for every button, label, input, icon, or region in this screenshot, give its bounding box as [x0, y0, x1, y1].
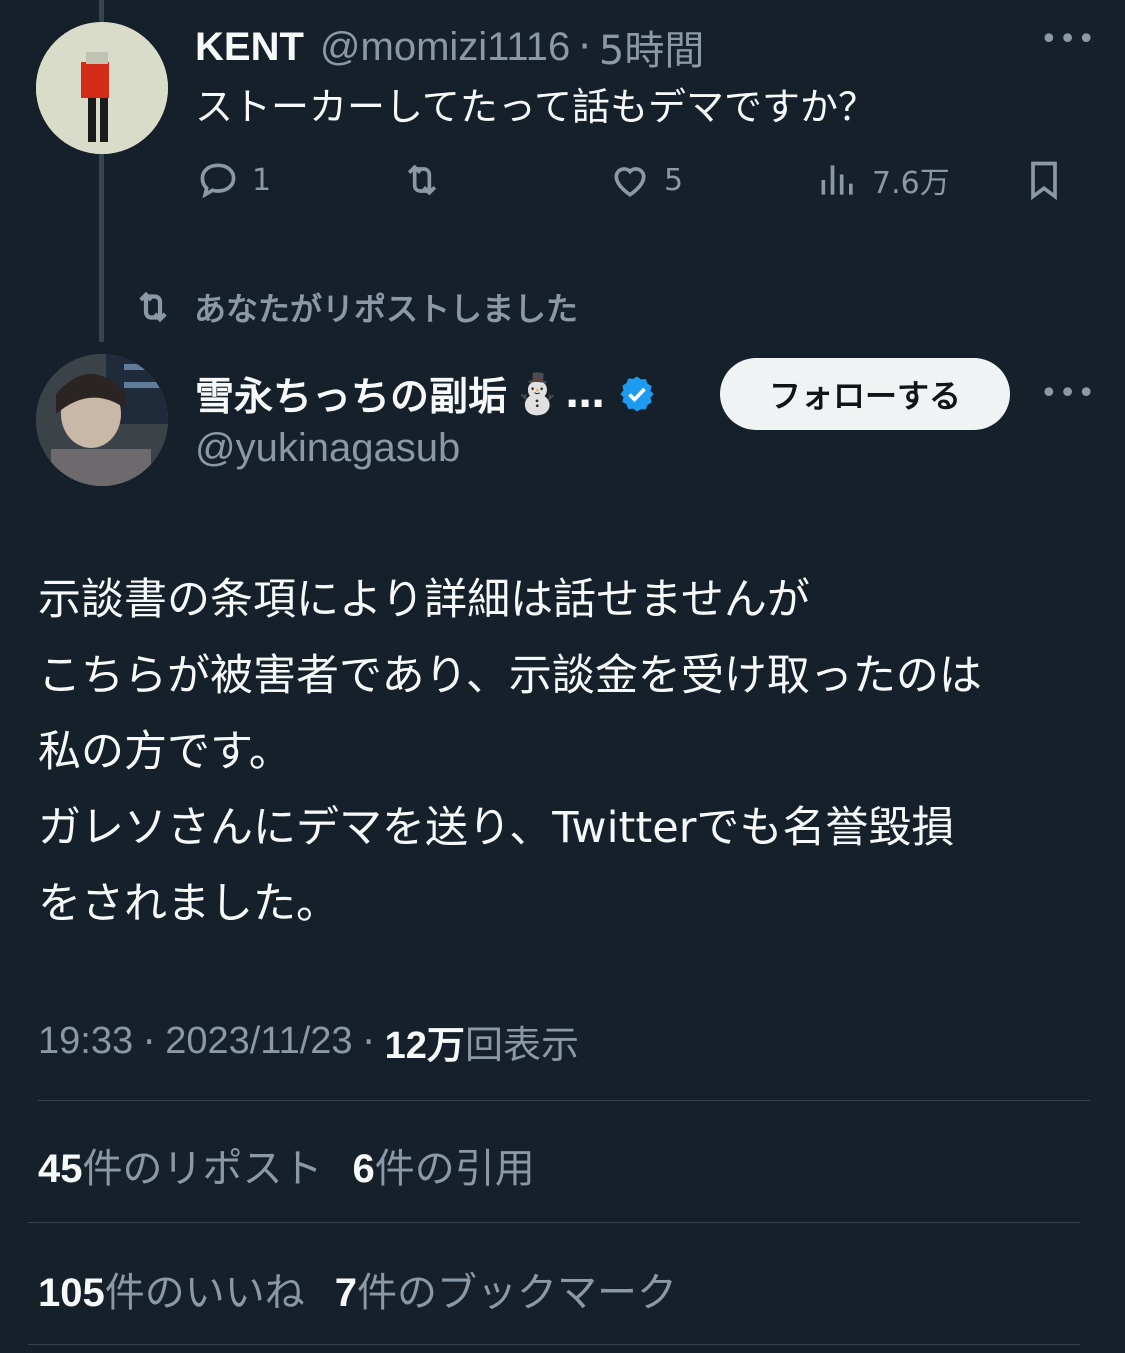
bookmark-icon: [1031, 161, 1057, 201]
quotes-label: 件の引用: [374, 1146, 535, 1192]
avatar-photo-image: [36, 354, 168, 486]
divider: [38, 1100, 1090, 1101]
tweet-time[interactable]: 19:33: [38, 1020, 133, 1063]
retweet-icon: [407, 164, 437, 196]
handle[interactable]: @momizi1116: [320, 25, 570, 70]
tweet-text: ストーカーしてたって話もデマですか？: [195, 85, 876, 129]
separator: ·: [143, 1019, 156, 1064]
views-icon: [821, 165, 853, 195]
retweet-button[interactable]: [400, 158, 456, 202]
tweet-text: 示談書の条項により詳細は話せませんが こちらが被害者であり、示談金を受け取ったの…: [38, 575, 982, 929]
reposts-stat[interactable]: 45件のリポスト: [38, 1136, 323, 1194]
view-count: 7.6万: [872, 166, 950, 201]
reply-icon: [200, 163, 236, 199]
likes-label: 件のいいね: [104, 1270, 305, 1316]
tweet-meta: 19:33 · 2023/11/23 · 12万 回表示: [38, 1014, 579, 1069]
views-count: 12万: [384, 1025, 465, 1067]
more-icon[interactable]: •••: [1040, 376, 1096, 411]
like-icon: [614, 167, 646, 197]
display-name[interactable]: 雪永ちっちの副垢: [195, 366, 507, 422]
views-label: 回表示: [464, 1023, 579, 1067]
avatar[interactable]: [36, 22, 168, 154]
separator: ·: [578, 24, 591, 70]
timestamp[interactable]: 5時間: [599, 18, 704, 76]
avatar-photo-image: [36, 22, 168, 154]
reply-count: 1: [252, 162, 272, 198]
more-icon[interactable]: •••: [1040, 22, 1096, 57]
avatar[interactable]: [36, 354, 168, 486]
name-ellipsis: …: [565, 371, 605, 417]
stats-row-likes: 105件のいいね 7件のブックマーク: [38, 1260, 677, 1318]
likes-count: 105: [38, 1271, 105, 1315]
likes-stat[interactable]: 105件のいいね: [38, 1260, 305, 1318]
verified-icon[interactable]: [617, 374, 657, 414]
bookmarks-label: 件のブックマーク: [357, 1270, 677, 1316]
stats-row-reposts: 45件のリポスト 6件の引用: [38, 1136, 535, 1194]
bookmarks-count: 7: [334, 1271, 357, 1315]
divider: [28, 1344, 1080, 1345]
reposts-label: 件のリポスト: [82, 1146, 323, 1192]
quotes-stat[interactable]: 6件の引用: [353, 1136, 535, 1194]
like-count: 5: [664, 162, 684, 198]
repost-notice: あなたがリポストしました: [132, 284, 578, 330]
bookmark-button[interactable]: [1022, 158, 1078, 202]
follow-button[interactable]: フォローする: [720, 358, 1010, 430]
handle[interactable]: @yukinagasub: [195, 426, 460, 471]
like-button[interactable]: 5: [608, 158, 683, 202]
separator: ·: [362, 1019, 375, 1064]
divider: [28, 1222, 1080, 1223]
views-button[interactable]: 7.6万: [816, 158, 950, 202]
display-name[interactable]: KENT: [195, 25, 304, 70]
repost-notice-text: あなたがリポストしました: [194, 290, 579, 328]
parent-tweet-header: KENT @momizi1116 · 5時間: [195, 18, 704, 76]
tweet-date[interactable]: 2023/11/23: [165, 1020, 352, 1063]
snowman-emoji: ⛄: [513, 372, 562, 417]
bookmarks-stat[interactable]: 7件のブックマーク: [335, 1260, 677, 1318]
main-tweet-name-row: 雪永ちっちの副垢 ⛄ …: [195, 366, 657, 422]
reply-button[interactable]: 1: [196, 158, 271, 202]
quotes-count: 6: [352, 1147, 375, 1191]
retweet-icon: [139, 291, 167, 323]
reposts-count: 45: [38, 1147, 83, 1191]
